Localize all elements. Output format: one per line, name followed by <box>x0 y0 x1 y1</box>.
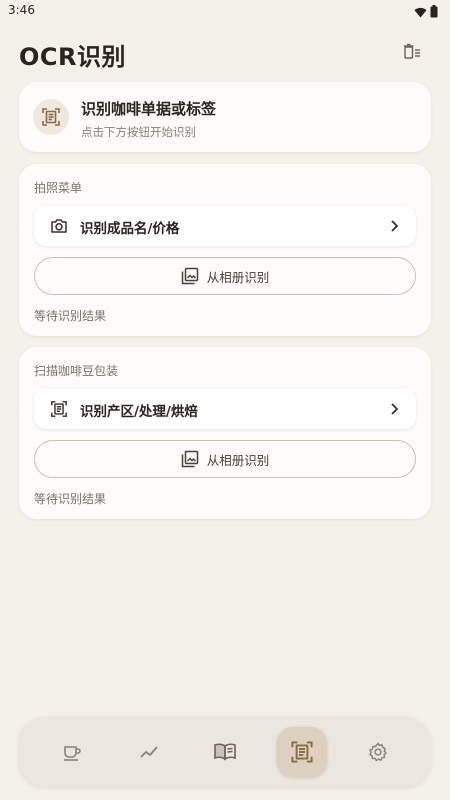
section-label: 扫描咖啡豆包装 <box>34 364 119 378</box>
menu-photo-section: 拍照菜单 识别成品名/价格 从相册识别 等待识别结果 <box>19 164 431 336</box>
document-scanner-icon <box>42 108 60 126</box>
chevron-right-icon <box>386 217 402 235</box>
result-status: 等待识别结果 <box>34 309 107 323</box>
coffee-cup-icon <box>64 746 81 761</box>
page-title: OCR识别 <box>19 43 126 71</box>
battery-icon <box>430 3 438 22</box>
document-scanner-icon <box>291 741 313 763</box>
section-label: 拍照菜单 <box>34 181 83 195</box>
recognize-origin-process-roast-button[interactable]: 识别产区/处理/烘焙 <box>34 389 416 429</box>
app-header: OCR识别 <box>0 28 450 74</box>
document-scanner-icon <box>48 398 70 420</box>
recognize-product-price-button[interactable]: 识别成品名/价格 <box>34 206 416 246</box>
nav-item-ocr[interactable] <box>277 727 327 777</box>
trend-line-icon <box>140 746 158 758</box>
hero-icon-badge <box>33 99 69 135</box>
bottom-nav <box>19 717 431 787</box>
book-icon <box>214 743 236 761</box>
album-button-label: 从相册识别 <box>206 452 270 468</box>
hero-subtitle: 点击下方按钮开始识别 <box>81 125 196 139</box>
wifi-icon <box>414 3 427 22</box>
nav-item-settings[interactable] <box>353 727 403 777</box>
clear-all-button[interactable] <box>400 40 424 64</box>
clear-all-icon <box>404 43 420 59</box>
album-recognize-button[interactable]: 从相册识别 <box>34 440 416 478</box>
camera-icon <box>48 215 70 237</box>
hero-title: 识别咖啡单据或标签 <box>81 100 217 118</box>
result-status: 等待识别结果 <box>34 492 107 506</box>
status-icons <box>414 3 438 22</box>
status-time: 3:46 <box>8 3 35 17</box>
hero-card: 识别咖啡单据或标签 点击下方按钮开始识别 <box>19 82 431 152</box>
album-recognize-button[interactable]: 从相册识别 <box>34 257 416 295</box>
album-button-label: 从相册识别 <box>206 269 270 285</box>
photo-library-icon <box>181 267 198 285</box>
action-label: 识别成品名/价格 <box>80 221 180 237</box>
action-label: 识别产区/处理/烘焙 <box>80 404 198 420</box>
gear-icon <box>369 742 387 762</box>
nav-item-coffee[interactable] <box>47 727 97 777</box>
nav-item-notes[interactable] <box>200 727 250 777</box>
chevron-right-icon <box>386 400 402 418</box>
nav-item-trends[interactable] <box>124 727 174 777</box>
photo-library-icon <box>181 450 198 468</box>
bean-package-section: 扫描咖啡豆包装 识别产区/处理/烘焙 从相册识别 等待识别结果 <box>19 347 431 519</box>
status-bar: 3:46 <box>0 0 450 22</box>
